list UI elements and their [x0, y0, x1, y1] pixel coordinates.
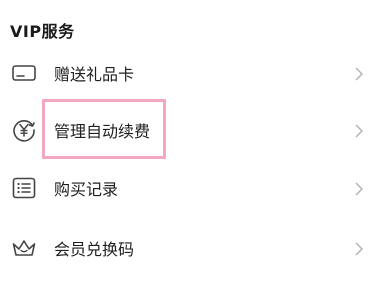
chevron-right-icon	[354, 123, 364, 138]
menu-item-manage-auto-renew[interactable]: 管理自动续费	[0, 101, 384, 159]
crown-icon	[10, 234, 38, 262]
gift-card-icon	[10, 59, 38, 87]
section-title: VIP服务	[10, 22, 75, 41]
menu-item-gift-card[interactable]: 赠送礼品卡	[0, 44, 384, 102]
menu-item-label: 会员兑换码	[54, 240, 135, 259]
menu-item-redeem-code[interactable]: 会员兑换码	[0, 219, 384, 277]
chevron-right-icon	[354, 241, 364, 256]
menu-item-purchase-records[interactable]: 购买记录	[0, 159, 384, 217]
list-icon	[10, 174, 38, 202]
chevron-right-icon	[354, 66, 364, 81]
yen-renew-icon	[10, 116, 38, 144]
vip-services-section: VIP服务 赠送礼品卡 管理自动续费 购买记录 会员兑换码	[0, 0, 384, 282]
menu-item-label: 赠送礼品卡	[54, 65, 135, 84]
menu-item-label: 管理自动续费	[54, 122, 151, 141]
chevron-right-icon	[354, 181, 364, 196]
menu-item-label: 购买记录	[54, 180, 119, 199]
